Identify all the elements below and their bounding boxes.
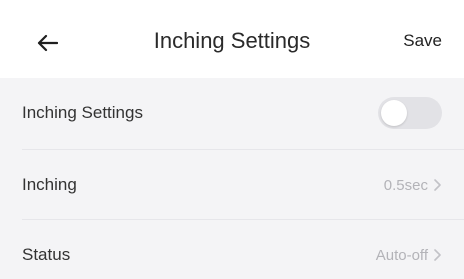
row-label: Inching xyxy=(22,175,77,194)
row-label: Inching Settings xyxy=(22,103,143,122)
save-button[interactable]: Save xyxy=(403,31,442,51)
settings-row-inching[interactable]: Inching 0.5sec xyxy=(0,150,464,220)
settings-row-inching-settings: Inching Settings xyxy=(0,78,464,148)
toggle-knob xyxy=(381,100,407,126)
row-value: Auto-off xyxy=(376,247,442,264)
chevron-right-icon xyxy=(434,179,441,191)
page-title: Inching Settings xyxy=(153,28,311,53)
inching-value: 0.5sec xyxy=(383,176,428,194)
status-value: Auto-off xyxy=(375,246,428,264)
row-label: Status xyxy=(22,245,71,264)
chevron-right-icon xyxy=(434,249,441,261)
settings-row-status[interactable]: Status Auto-off xyxy=(0,220,464,279)
top-bar: Inching Settings Save xyxy=(0,0,464,78)
row-value: 0.5sec xyxy=(384,177,442,194)
inching-settings-screen: Inching Settings Save Inching Settings I… xyxy=(0,0,464,279)
inching-toggle[interactable] xyxy=(378,97,442,129)
